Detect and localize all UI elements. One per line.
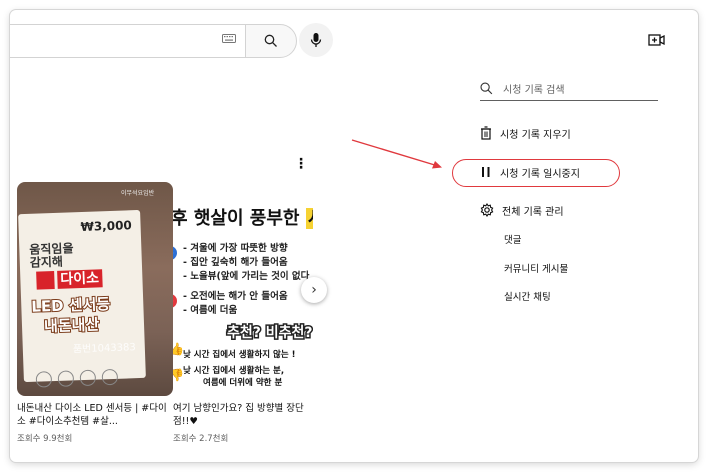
- history-search-placeholder: 시청 기록 검색: [503, 84, 565, 96]
- chevron-right-icon: ›: [311, 282, 317, 298]
- thumbnail-line: - 집안 깊숙히 해가 들어옴: [183, 257, 288, 268]
- pause-history-label: 시청 기록 일시중지: [500, 168, 580, 180]
- daiso-brand: 다이소: [36, 269, 103, 290]
- thumbnail-line: - 오전에는 해가 안 들어옴: [183, 291, 288, 302]
- clear-history-button[interactable]: 시청 기록 지우기: [480, 124, 571, 142]
- history-sub-item-comments[interactable]: 댓글: [504, 232, 521, 246]
- search-input[interactable]: [10, 24, 246, 58]
- voice-search-button[interactable]: [299, 23, 333, 57]
- more-options-icon[interactable]: ⋮: [294, 156, 308, 172]
- create-video-icon[interactable]: [648, 32, 666, 48]
- history-search-input[interactable]: 시청 기록 검색: [480, 76, 658, 101]
- package-text: 움직임을 감지해: [29, 241, 74, 270]
- thumbnail-line: 낮 시간 집에서 생활하지 않는 !: [183, 350, 296, 360]
- gear-icon: [480, 203, 494, 217]
- product-code: 품번1043383: [72, 342, 136, 356]
- thumbnail-tag: 이무석요임반: [121, 190, 155, 197]
- brand-text: 다이소: [57, 269, 103, 289]
- video-thumbnail[interactable]: 후 햇살이 풍부한 서 + - 겨울에 가장 따뜻한 방향 - 집안 깊숙히 해…: [173, 182, 313, 396]
- browser-window: ⋮ 이무석요임반 ₩3,000 움직임을 감지해 다이소 LED 센서등 내돈내…: [10, 10, 698, 462]
- history-sub-item-live-chat[interactable]: 실시간 채팅: [504, 289, 551, 303]
- daiso-logo-icon: [36, 270, 55, 290]
- mic-icon: [310, 33, 322, 47]
- view-count: 조회수 2.7천회: [173, 434, 229, 444]
- trash-icon: [481, 126, 491, 140]
- plus-bullet-icon: +: [173, 246, 177, 260]
- clear-history-label: 시청 기록 지우기: [500, 129, 571, 141]
- pause-icon: [482, 167, 490, 177]
- price-label: ₩3,000: [80, 218, 133, 235]
- thumbnail-line: - 겨울에 가장 따뜻한 방향: [183, 243, 288, 254]
- thumbnail-badge: 추천? 비추천?: [226, 324, 313, 343]
- search-icon: [480, 81, 493, 94]
- manage-history-label: 전체 기록 관리: [502, 206, 564, 218]
- thumbnail-headline: 내돈내산: [43, 314, 101, 336]
- package-text-line: 감지해: [29, 254, 64, 270]
- thumbnail-line: - 노을뷰(앞에 가리는 것이 없다: [183, 271, 310, 282]
- video-thumbnail[interactable]: 이무석요임반 ₩3,000 움직임을 감지해 다이소 LED 센서등 내돈내산 …: [17, 182, 173, 396]
- view-count: 조회수 9.9천회: [17, 434, 73, 444]
- keyboard-icon[interactable]: [222, 34, 236, 43]
- thumbnail-headline: 후 햇살이 풍부한 서: [173, 204, 313, 230]
- search-icon: [264, 34, 277, 47]
- minus-bullet-icon: −: [173, 294, 177, 308]
- package-icons: [35, 368, 119, 388]
- video-title[interactable]: 내돈내산 다이소 LED 센서등 | #다이소 #다이소추천템 #살...: [17, 402, 167, 428]
- product-package: ₩3,000 움직임을 감지해 다이소 LED 센서등 내돈내산 품번10433…: [18, 209, 146, 388]
- manage-history-button[interactable]: 전체 기록 관리: [480, 201, 564, 219]
- search-button[interactable]: [245, 24, 297, 58]
- thumbnail-line: 낮 시간 집에서 생활하는 분,: [183, 366, 285, 376]
- shelf-next-button[interactable]: ›: [301, 277, 327, 303]
- pause-history-button[interactable]: 시청 기록 일시중지: [480, 163, 580, 181]
- annotation-arrow: [351, 139, 442, 169]
- video-title[interactable]: 여기 남향인가요? 집 방향별 장단점!!♥: [173, 402, 313, 428]
- history-sub-item-community-posts[interactable]: 커뮤니티 게시물: [504, 261, 568, 275]
- thumbnail-line: - 여름에 더움: [183, 305, 238, 316]
- thumbnail-line: 여름에 더위에 약한 분: [203, 378, 283, 388]
